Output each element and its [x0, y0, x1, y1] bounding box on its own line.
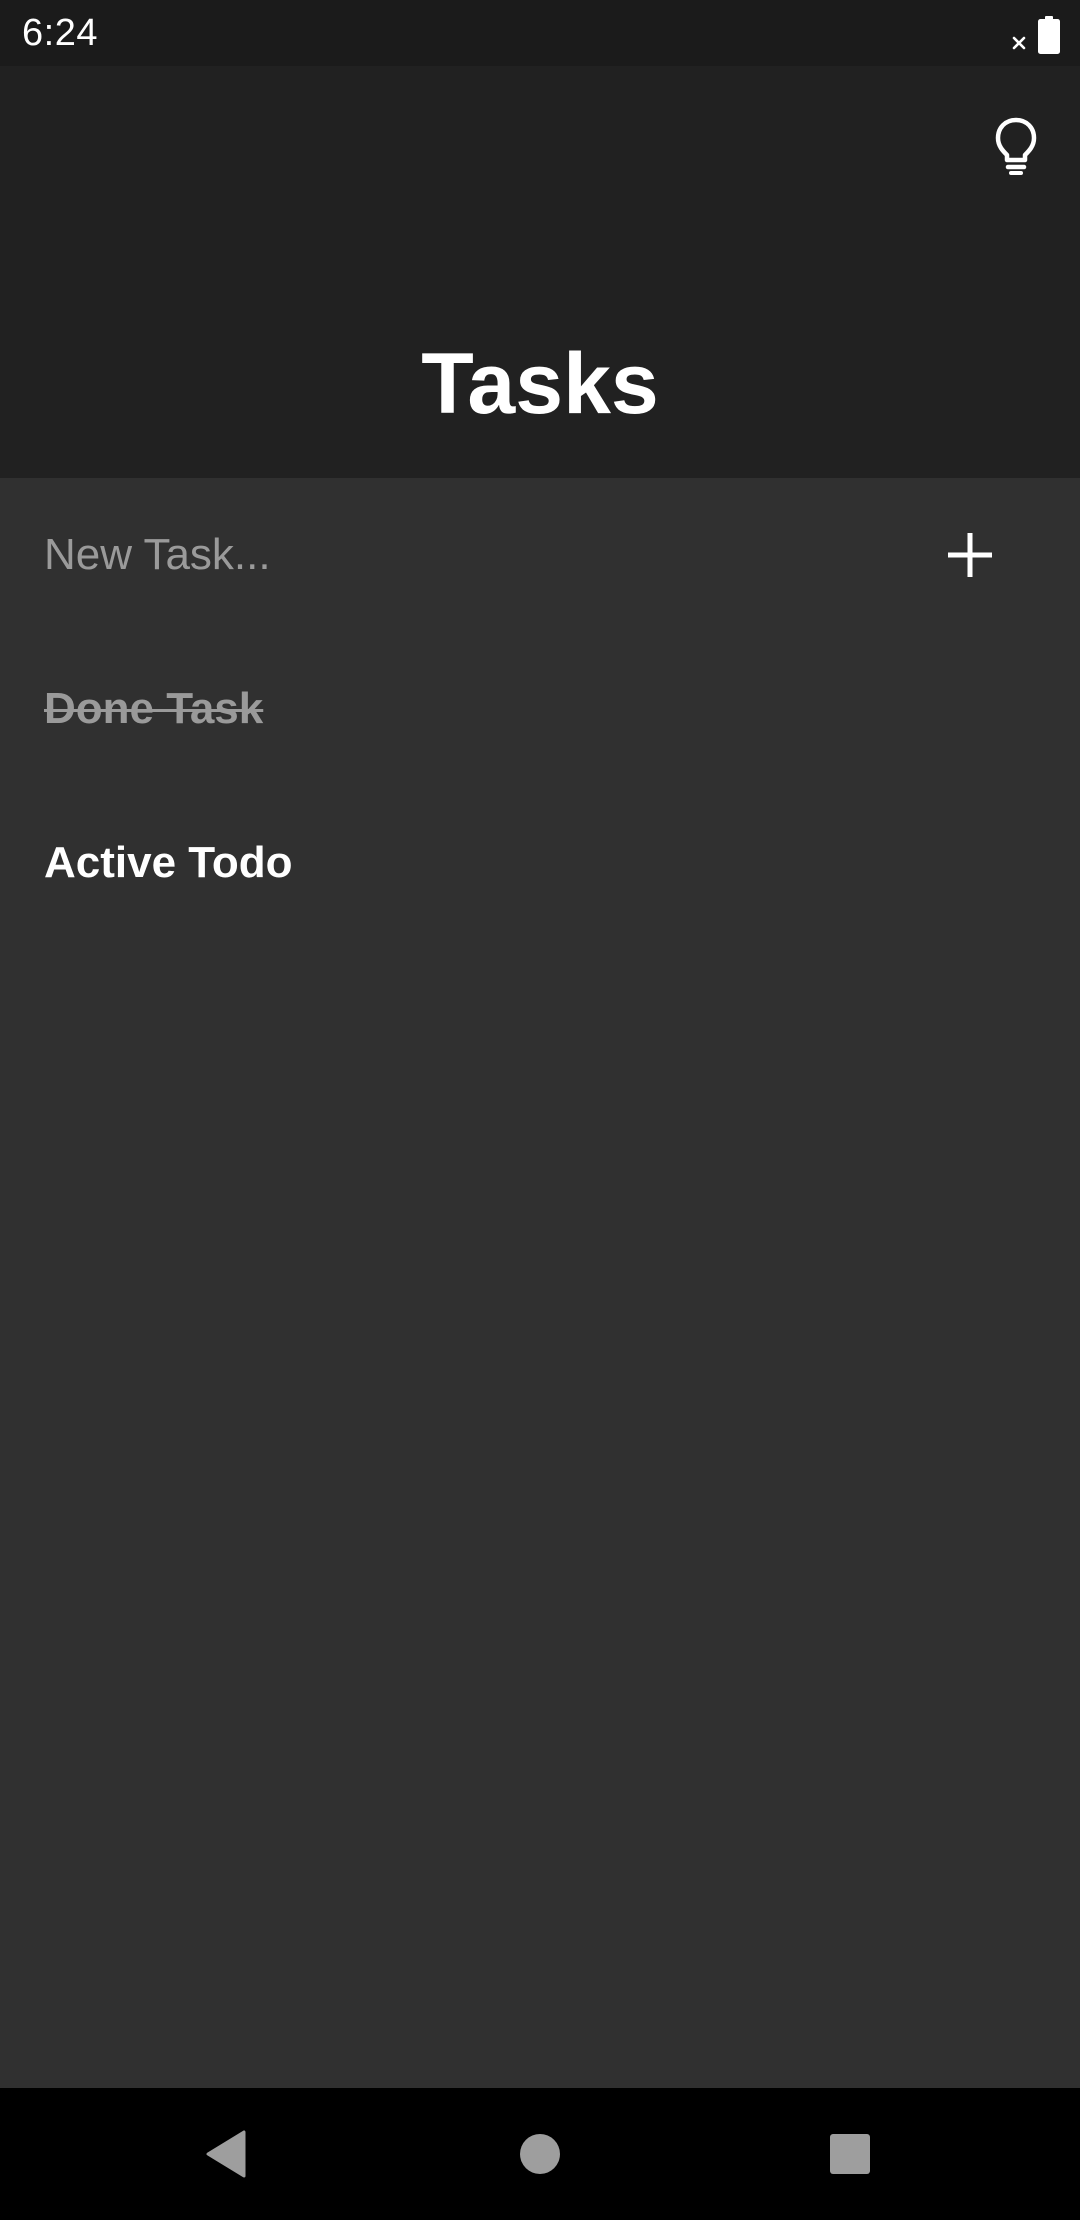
status-bar: 6:24: [0, 0, 1080, 66]
lightbulb-icon: [995, 117, 1037, 175]
back-icon: [206, 2130, 246, 2178]
new-task-row: [0, 478, 1080, 632]
theme-toggle-button[interactable]: [976, 106, 1056, 186]
recents-button[interactable]: [810, 2114, 890, 2194]
navigation-bar: [0, 2088, 1080, 2220]
recents-icon: [830, 2134, 870, 2174]
task-item-done[interactable]: Done Task: [0, 632, 1080, 786]
status-icons: [1012, 12, 1060, 54]
app-bar: Tasks: [0, 66, 1080, 478]
task-label: Done Task: [44, 684, 264, 733]
battery-icon: [1038, 16, 1060, 54]
task-label: Active Todo: [44, 838, 293, 887]
page-title: Tasks: [421, 336, 659, 432]
status-time: 6:24: [22, 12, 98, 54]
back-button[interactable]: [186, 2114, 266, 2194]
task-list: Done Task Active Todo: [0, 632, 1080, 940]
plus-icon: [948, 533, 992, 577]
new-task-input[interactable]: [44, 518, 864, 592]
task-content: Done Task Active Todo: [0, 478, 1080, 2088]
home-icon: [520, 2134, 560, 2174]
no-signal-icon: [1012, 36, 1026, 50]
home-button[interactable]: [500, 2114, 580, 2194]
add-task-button[interactable]: [930, 515, 1010, 595]
task-item-active[interactable]: Active Todo: [0, 786, 1080, 940]
